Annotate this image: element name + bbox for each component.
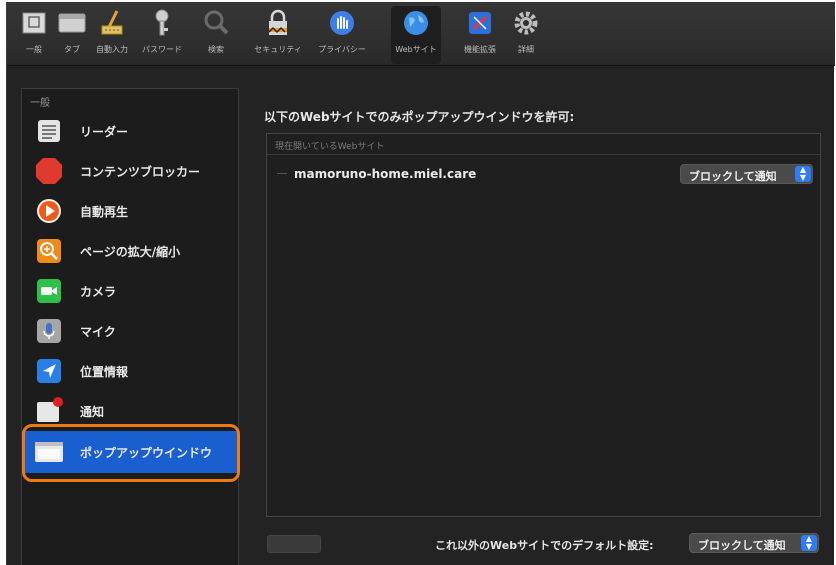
toolbar-tab-websites[interactable]: Webサイト — [391, 6, 441, 64]
toolbar-label: 詳細 — [518, 45, 534, 54]
sidebar-header: 一般 — [30, 98, 50, 109]
hand-icon — [330, 11, 354, 35]
microphone-icon — [34, 316, 64, 346]
sidebar-item-camera[interactable]: カメラ — [22, 271, 238, 311]
toolbar-label: 機能拡張 — [464, 45, 496, 54]
reader-icon — [34, 116, 64, 146]
website-name: mamoruno-home.miel.care — [294, 167, 477, 181]
toolbar-label: 自動入力 — [96, 45, 128, 54]
sidebar-item-popup-windows[interactable]: ポップアップウインドウ — [22, 431, 238, 473]
lock-icon — [268, 9, 287, 35]
sidebar-item-label: マイク — [80, 324, 116, 339]
stop-sign-icon — [34, 156, 64, 186]
page-title: 以下のWebサイトでのみポップアップウインドウを許可: — [264, 110, 575, 124]
location-arrow-icon — [34, 356, 64, 386]
sidebar-item-autoplay[interactable]: 自動再生 — [22, 191, 238, 231]
remove-button[interactable] — [267, 535, 321, 553]
popup-value: ブロックして通知 — [689, 170, 777, 183]
popup-window-icon — [34, 437, 64, 467]
list-item[interactable]: mamoruno-home.miel.care ブロックして通知 ▲ ▼ — [267, 161, 820, 187]
magnifier-icon — [204, 10, 229, 35]
toolbar-tab-privacy[interactable]: プライバシー — [317, 6, 367, 64]
toolbar-label: セキュリティ — [254, 45, 302, 54]
toolbar-label: タブ — [64, 45, 80, 54]
zoom-icon — [34, 236, 64, 266]
toolbar-tab-security[interactable]: セキュリティ — [253, 6, 303, 64]
toolbar-label: Webサイト — [395, 45, 437, 54]
row-indent-line — [277, 173, 287, 174]
website-setting-popup[interactable]: ブロックして通知 ▲ ▼ — [680, 164, 813, 184]
sidebar-item-label: リーダー — [80, 124, 129, 139]
toolbar-label: パスワード — [142, 45, 182, 54]
sidebar-item-label: ポップアップウインドウ — [80, 445, 213, 460]
list-section-header: 現在開いているWebサイト — [267, 134, 820, 155]
gear-icon — [514, 11, 538, 35]
toolbar-tab-extensions[interactable]: 機能拡張 — [455, 6, 505, 64]
sidebar-item-label: 自動再生 — [80, 204, 129, 219]
sidebar-item-label: カメラ — [80, 284, 117, 299]
autofill-pencil-icon — [101, 10, 123, 35]
notification-icon — [34, 396, 64, 426]
toolbar-tab-search[interactable]: 検索 — [191, 6, 241, 64]
default-setting-label: これ以外のWebサイトでのデフォルト設定: — [435, 539, 654, 552]
popup-value: ブロックして通知 — [698, 539, 786, 552]
websites-list: 現在開いているWebサイト mamoruno-home.miel.care ブロ… — [266, 133, 821, 517]
toolbar-tab-advanced[interactable]: 詳細 — [501, 6, 551, 64]
sidebar-item-page-zoom[interactable]: ページの拡大/縮小 — [22, 231, 238, 271]
key-icon — [155, 9, 169, 36]
sidebar-item-label: 通知 — [80, 404, 105, 419]
general-icon — [22, 12, 46, 34]
toolbar-tab-passwords[interactable]: パスワード — [137, 6, 187, 64]
preferences-toolbar: 一般 タブ 自動入力 パスワード 検索 セキュリティ プライバシー Webサイト… — [7, 2, 835, 66]
settings-sidebar: 一般 リーダー コンテンツブロッカー 自動再生 ページの拡大/縮小 カメラ マイ… — [21, 88, 239, 565]
chevron-updown-icon: ▲ ▼ — [795, 166, 811, 182]
sidebar-item-content-blockers[interactable]: コンテンツブロッカー — [22, 151, 238, 191]
chevron-updown-icon: ▲ ▼ — [801, 535, 817, 551]
sidebar-item-reader[interactable]: リーダー — [22, 111, 238, 151]
sidebar-item-notifications[interactable]: 通知 — [22, 391, 238, 431]
sidebar-item-microphone[interactable]: マイク — [22, 311, 238, 351]
extensions-icon — [469, 12, 491, 34]
toolbar-label: 一般 — [26, 45, 42, 54]
globe-icon — [404, 11, 428, 35]
sidebar-item-label: コンテンツブロッカー — [80, 164, 201, 179]
toolbar-label: プライバシー — [318, 45, 366, 54]
toolbar-label: 検索 — [208, 45, 224, 54]
preferences-window: 一般 タブ 自動入力 パスワード 検索 セキュリティ プライバシー Webサイト… — [6, 2, 835, 565]
play-icon — [34, 196, 64, 226]
default-setting-popup[interactable]: ブロックして通知 ▲ ▼ — [689, 533, 819, 553]
camera-icon — [34, 276, 64, 306]
tabs-icon — [58, 13, 86, 33]
sidebar-item-location[interactable]: 位置情報 — [22, 351, 238, 391]
sidebar-item-label: ページの拡大/縮小 — [80, 244, 181, 259]
toolbar-tab-autofill[interactable]: 自動入力 — [87, 6, 137, 64]
sidebar-item-label: 位置情報 — [80, 364, 129, 379]
